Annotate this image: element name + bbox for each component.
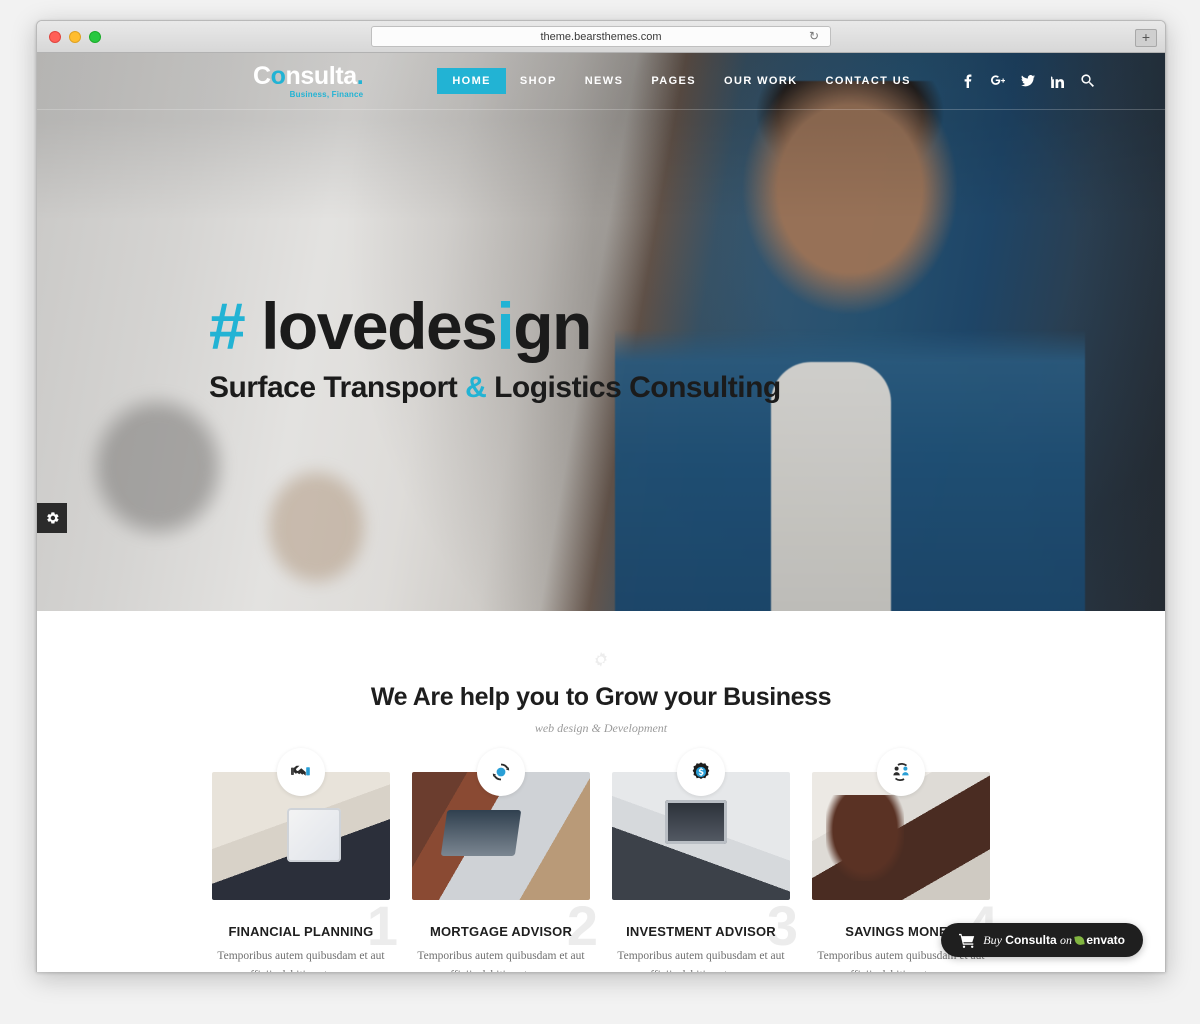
site-logo[interactable]: Consulta. Business, Finance xyxy=(253,61,364,99)
logo-tagline: Business, Finance xyxy=(289,89,364,99)
theme-settings-button[interactable] xyxy=(37,503,67,533)
address-bar[interactable]: theme.bearsthemes.com ↻ xyxy=(371,26,831,47)
buy-product: Consulta xyxy=(1005,932,1057,947)
nav-item-pages[interactable]: PAGES xyxy=(637,68,710,94)
nav-item-contact-us[interactable]: CONTACT US xyxy=(812,68,925,94)
section-title: We Are help you to Grow your Business xyxy=(370,683,832,711)
facebook-icon[interactable] xyxy=(961,74,975,88)
nav-social-links xyxy=(961,74,1095,88)
nav-item-shop[interactable]: SHOP xyxy=(506,68,571,94)
logo-part1: C xyxy=(253,61,271,90)
service-card[interactable]: 2 MORTGAGE ADVISOR Temporibus autem quib… xyxy=(412,748,598,973)
service-card-title: MORTGAGE ADVISOR xyxy=(429,924,573,939)
service-card-text: Temporibus autem quibusdam et aut offici… xyxy=(417,950,585,972)
browser-window: theme.bearsthemes.com ↻ + Consulta. Busi… xyxy=(36,20,1166,972)
maximize-window-button[interactable] xyxy=(89,31,101,43)
gear-icon xyxy=(47,512,59,524)
buy-theme-button[interactable]: Buy Consulta on envato xyxy=(941,923,1143,957)
people-exchange-icon xyxy=(877,748,925,796)
twitter-icon[interactable] xyxy=(1020,74,1035,88)
minimize-window-button[interactable] xyxy=(69,31,81,43)
hero-subheadline-part-a: Surface Transport xyxy=(209,371,466,404)
new-tab-button[interactable]: + xyxy=(1135,29,1157,47)
logo-part2: nsulta xyxy=(285,61,358,90)
gear-outline-icon xyxy=(595,652,607,667)
linkedin-icon[interactable] xyxy=(1051,74,1065,88)
service-card-body: 2 MORTGAGE ADVISOR Temporibus autem quib… xyxy=(412,898,598,973)
hero-headline-part-b: gn xyxy=(513,289,592,363)
buy-on: on xyxy=(1059,932,1072,947)
handshake-icon xyxy=(277,748,325,796)
envato-leaf-icon xyxy=(1074,934,1086,946)
hero-subheadline: Surface Transport & Logistics Consulting xyxy=(209,371,1165,405)
desktop-background: theme.bearsthemes.com ↻ + Consulta. Busi… xyxy=(0,0,1200,1024)
google-plus-icon[interactable] xyxy=(990,74,1005,88)
address-bar-url: theme.bearsthemes.com xyxy=(540,30,662,43)
service-card-text: Temporibus autem quibusdam et aut offici… xyxy=(217,950,385,972)
service-card-body: 1 FINANCIAL PLANNING Temporibus autem qu… xyxy=(212,898,398,973)
service-card-title: FINANCIAL PLANNING xyxy=(228,924,374,939)
hero-headline-part-a: lovedes xyxy=(261,289,498,363)
hero-subheadline-part-b: Logistics Consulting xyxy=(486,371,781,404)
browser-titlebar: theme.bearsthemes.com ↻ + xyxy=(37,21,1165,53)
service-card-title: INVESTMENT ADVISOR xyxy=(626,924,776,939)
buy-theme-label: Buy Consulta on envato xyxy=(983,933,1125,948)
services-section: We Are help you to Grow your Business we… xyxy=(37,611,1165,972)
hero-headline-hash: # xyxy=(209,289,246,363)
site-navbar: Consulta. Business, Finance HOME SHOP NE… xyxy=(37,53,1165,110)
section-decoration xyxy=(37,651,1165,671)
nav-item-home[interactable]: HOME xyxy=(437,68,506,94)
reload-icon[interactable]: ↻ xyxy=(809,30,822,43)
service-card-body: 3 INVESTMENT ADVISOR Temporibus autem qu… xyxy=(612,898,798,973)
nav-item-our-work[interactable]: OUR WORK xyxy=(710,68,812,94)
hero-subheadline-ampersand: & xyxy=(465,371,487,404)
service-card-text: Temporibus autem quibusdam et aut offici… xyxy=(617,950,785,972)
service-card[interactable]: 3 INVESTMENT ADVISOR Temporibus autem qu… xyxy=(612,748,798,973)
section-subtitle: web design & Development xyxy=(534,721,668,735)
hero-copy: # lovedesign Surface Transport & Logisti… xyxy=(37,293,1165,405)
buy-word: Buy xyxy=(983,932,1002,947)
service-card[interactable]: 1 FINANCIAL PLANNING Temporibus autem qu… xyxy=(212,748,398,973)
hero-headline-accent-i: i xyxy=(496,289,514,363)
window-controls[interactable] xyxy=(49,31,101,43)
search-icon[interactable] xyxy=(1081,74,1095,88)
close-window-button[interactable] xyxy=(49,31,61,43)
nav-links: HOME SHOP NEWS PAGES OUR WORK CONTACT US xyxy=(437,68,925,94)
logo-dot: . xyxy=(356,61,364,90)
page-viewport: Consulta. Business, Finance HOME SHOP NE… xyxy=(37,53,1165,972)
dollar-badge-icon xyxy=(677,748,725,796)
nav-item-news[interactable]: NEWS xyxy=(571,68,638,94)
cart-icon xyxy=(959,933,975,948)
buy-marketplace: envato xyxy=(1086,932,1125,947)
hero-headline: # lovedesign xyxy=(209,293,1165,359)
refresh-circle-icon xyxy=(477,748,525,796)
logo-wordmark: Consulta. xyxy=(253,61,364,90)
hero-section: Consulta. Business, Finance HOME SHOP NE… xyxy=(37,53,1165,611)
logo-accent-letter: o xyxy=(270,61,286,90)
